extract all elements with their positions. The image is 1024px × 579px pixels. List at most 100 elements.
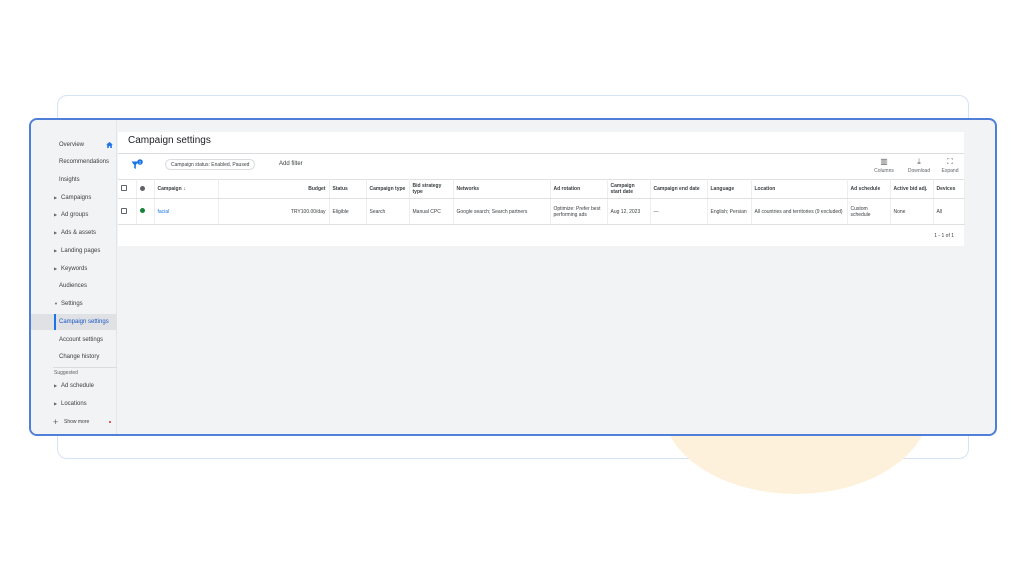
- column-header-budget[interactable]: Budget: [218, 179, 330, 199]
- filter-icon[interactable]: 1: [131, 159, 143, 171]
- row-status-cell: [136, 198, 155, 225]
- campaign-link[interactable]: facial: [158, 209, 170, 215]
- column-header-label: Campaign: [157, 186, 182, 192]
- status-dot-icon: [139, 185, 145, 191]
- show-more-label: Show more: [64, 419, 90, 425]
- caret-right-icon: ▶: [54, 266, 58, 271]
- expand-icon: ⛶: [947, 157, 953, 166]
- stage: Overview Recommendations Insights ▶ Camp…: [0, 0, 1024, 579]
- columns-button[interactable]: ▥ Columns: [869, 157, 899, 175]
- column-header-active-bid-adj[interactable]: Active bid adj.: [890, 179, 934, 199]
- caret-right-icon: ▶: [54, 230, 58, 235]
- sort-arrow-icon: ↓: [183, 186, 186, 192]
- column-header-devices[interactable]: Devices: [933, 179, 965, 199]
- sidebar-item-insights[interactable]: Insights: [31, 172, 117, 188]
- notification-dot-icon: [109, 421, 111, 423]
- column-header-networks[interactable]: Networks: [453, 179, 551, 199]
- active-indicator: [54, 314, 56, 330]
- column-header-status[interactable]: Status: [329, 179, 367, 199]
- cell-campaign-type: Search: [366, 198, 410, 225]
- sidebar-item-campaigns[interactable]: ▶ Campaigns: [31, 190, 117, 206]
- cell-networks[interactable]: Google search; Search partners: [453, 198, 551, 225]
- columns-label: Columns: [874, 168, 894, 174]
- cell-ad-rotation[interactable]: Optimize: Prefer best performing ads: [550, 198, 608, 225]
- cell-bid-strategy[interactable]: Manual CPC: [409, 198, 454, 225]
- table-row[interactable]: facial TRY100.00/day Eligible Search Man…: [118, 198, 965, 225]
- caret-down-icon: ▼: [54, 301, 58, 306]
- cell-status: Eligible: [329, 198, 367, 225]
- sidebar-item-overview[interactable]: Overview: [31, 137, 117, 153]
- sidebar-item-label: Recommendations: [59, 159, 110, 165]
- sidebar-item-campaign-settings[interactable]: Campaign settings: [31, 314, 117, 330]
- status-dot-header: [136, 179, 155, 199]
- sidebar-item-recommendations[interactable]: Recommendations: [31, 154, 117, 170]
- sidebar-item-ad-groups[interactable]: ▶ Ad groups: [31, 207, 117, 223]
- column-header-campaign[interactable]: Campaign ↓: [154, 179, 219, 199]
- cell-budget[interactable]: TRY100.00/day: [218, 198, 330, 225]
- cell-active-bid-adj: None: [890, 198, 934, 225]
- download-icon: ⤓: [917, 157, 921, 166]
- settings-panel: Campaign settings 1 Campaign status: Ena…: [118, 132, 965, 246]
- sidebar-item-label: Settings: [61, 301, 83, 307]
- home-icon: [106, 142, 113, 148]
- cell-devices[interactable]: All: [933, 198, 965, 225]
- download-label: Download: [907, 168, 931, 174]
- enabled-status-dot-icon: [139, 208, 145, 213]
- sidebar-item-label: Ad groups: [61, 212, 89, 218]
- sidebar-item-label: Keywords: [61, 266, 88, 272]
- sidebar-item-label: Overview: [59, 142, 85, 148]
- sidebar-item-keywords[interactable]: ▶ Keywords: [31, 261, 117, 277]
- row-checkbox[interactable]: [121, 207, 127, 214]
- title-divider: [118, 153, 964, 154]
- sidebar-item-locations[interactable]: ▶ Locations: [31, 396, 117, 412]
- caret-right-icon: ▶: [54, 383, 58, 388]
- sidebar-item-landing-pages[interactable]: ▶ Landing pages: [31, 243, 117, 259]
- page-title: Campaign settings: [128, 135, 211, 146]
- sidebar-item-ad-schedule[interactable]: ▶ Ad schedule: [31, 378, 117, 394]
- column-header-ad-rotation[interactable]: Ad rotation: [550, 179, 608, 199]
- column-header-language[interactable]: Language: [707, 179, 752, 199]
- download-button[interactable]: ⤓ Download: [904, 157, 934, 175]
- expand-label: Expand: [941, 168, 959, 174]
- campaign-status-filter-chip[interactable]: Campaign status: Enabled, Paused: [165, 159, 256, 170]
- column-header-ad-schedule[interactable]: Ad schedule: [847, 179, 891, 199]
- pagination-summary: 1 - 1 of 1: [934, 233, 954, 239]
- campaign-settings-table: Campaign ↓ Budget Status Campaign type B…: [118, 179, 965, 225]
- caret-right-icon: ▶: [54, 401, 58, 406]
- caret-right-icon: ▶: [54, 212, 58, 217]
- sidebar-item-ads-assets[interactable]: ▶ Ads & assets: [31, 225, 117, 241]
- cell-end-date[interactable]: —: [650, 198, 708, 225]
- column-header-bid-strategy[interactable]: Bid strategy type: [409, 179, 454, 199]
- column-header-location[interactable]: Location: [751, 179, 848, 199]
- sidebar-item-label: Locations: [61, 401, 87, 407]
- sidebar-item-label: Insights: [59, 177, 80, 183]
- column-header-start-date[interactable]: Campaign start date: [607, 179, 651, 199]
- sidebar-divider: [53, 367, 117, 368]
- show-more-button[interactable]: + Show more: [53, 415, 117, 429]
- select-all-checkbox[interactable]: [121, 185, 127, 191]
- row-select-cell: [118, 198, 137, 225]
- expand-button[interactable]: ⛶ Expand: [935, 157, 965, 175]
- sidebar-item-label: Change history: [59, 354, 100, 360]
- cell-start-date[interactable]: Aug 12, 2023: [607, 198, 651, 225]
- sidebar-item-change-history[interactable]: Change history: [31, 349, 117, 365]
- ads-window: Overview Recommendations Insights ▶ Camp…: [29, 118, 997, 436]
- column-header-campaign-type[interactable]: Campaign type: [366, 179, 410, 199]
- sidebar-item-account-settings[interactable]: Account settings: [31, 332, 117, 348]
- cell-campaign: facial: [154, 198, 219, 225]
- cell-language[interactable]: English; Persian: [707, 198, 752, 225]
- sidebar-item-label: Ads & assets: [61, 230, 97, 236]
- column-header-end-date[interactable]: Campaign end date: [650, 179, 708, 199]
- caret-right-icon: ▶: [54, 195, 58, 200]
- sidebar-item-audiences[interactable]: Audiences: [31, 278, 117, 294]
- suggested-heading: Suggested: [54, 370, 78, 376]
- cell-ad-schedule[interactable]: Custom schedule: [847, 198, 891, 225]
- sidebar-item-label: Account settings: [59, 337, 104, 343]
- cell-location[interactable]: All countries and territories (9 exclude…: [751, 198, 848, 225]
- sidebar-item-label: Audiences: [59, 283, 88, 289]
- columns-icon: ▥: [880, 157, 888, 166]
- table-header-row: Campaign ↓ Budget Status Campaign type B…: [118, 179, 965, 199]
- sidebar-item-settings[interactable]: ▼ Settings: [31, 296, 117, 312]
- main-content: Campaign settings 1 Campaign status: Ena…: [118, 120, 995, 434]
- add-filter-button[interactable]: Add filter: [279, 161, 303, 167]
